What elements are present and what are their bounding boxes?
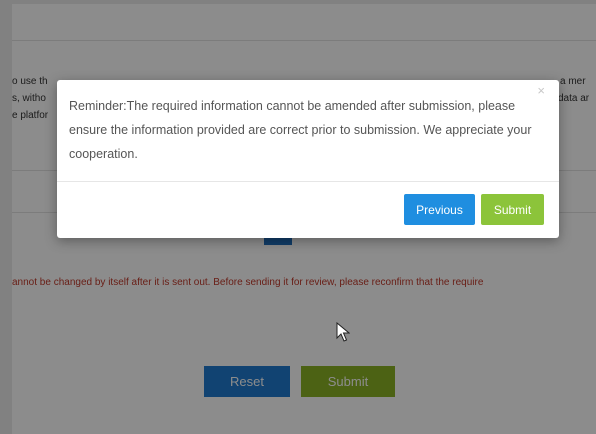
mouse-pointer-icon bbox=[336, 322, 350, 342]
dialog-submit-button[interactable]: Submit bbox=[481, 194, 544, 225]
reminder-dialog: × Reminder:The required information cann… bbox=[57, 80, 559, 238]
dialog-divider bbox=[57, 181, 559, 182]
dialog-message: Reminder:The required information cannot… bbox=[69, 99, 532, 161]
previous-button[interactable]: Previous bbox=[404, 194, 475, 225]
